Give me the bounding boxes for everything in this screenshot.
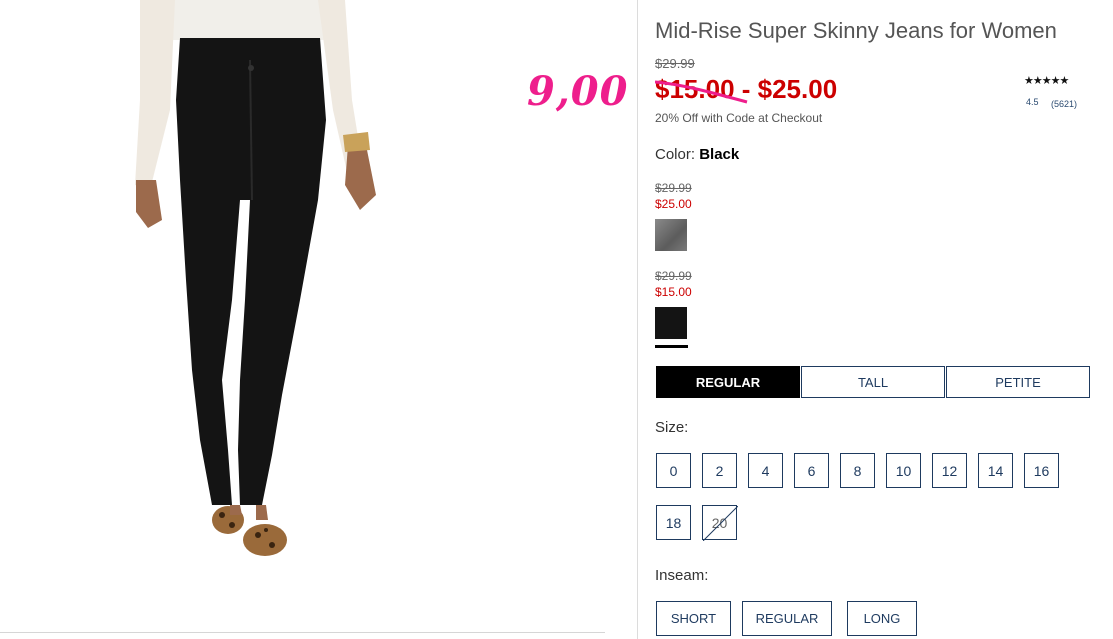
tab-petite[interactable]: PETITE	[946, 366, 1090, 398]
selected-color: Black	[699, 146, 740, 163]
black-swatch[interactable]	[655, 307, 687, 339]
strikethrough-scribble	[655, 80, 748, 104]
handwritten-price-annotation: 9,00	[527, 68, 629, 115]
size-option[interactable]: 12	[932, 453, 967, 488]
product-details-panel: Mid-Rise Super Skinny Jeans for Women $2…	[637, 0, 1113, 639]
gray-swatch[interactable]	[655, 219, 687, 251]
sale-price-range: $15.00 - $25.00	[655, 74, 837, 105]
size-option-unavailable[interactable]: 20	[702, 505, 738, 541]
size-option[interactable]: 8	[840, 453, 875, 488]
size-label: Size:	[655, 419, 689, 436]
rating-stars[interactable]: ★★★★★	[1024, 74, 1094, 87]
inseam-short-button[interactable]: SHORT	[656, 601, 731, 636]
price-high: $25.00	[757, 74, 838, 104]
size-option[interactable]: 10	[886, 453, 921, 488]
model-jeans-illustration	[135, 0, 376, 556]
inseam-label: Inseam:	[655, 567, 709, 584]
review-count-link[interactable]: (5621)	[1051, 99, 1077, 109]
swatch-sale-price: $25.00	[655, 197, 692, 211]
promo-text: 20% Off with Code at Checkout	[655, 111, 823, 125]
rating-score: 4.5	[1026, 97, 1039, 107]
selected-swatch-indicator	[655, 345, 688, 348]
unavailable-slash-icon	[703, 506, 738, 541]
size-option[interactable]: 2	[702, 453, 737, 488]
fit-tabs: REGULAR TALL PETITE	[656, 366, 1091, 398]
divider	[0, 632, 605, 633]
size-option[interactable]: 6	[794, 453, 829, 488]
tab-regular[interactable]: REGULAR	[656, 366, 800, 398]
size-option[interactable]: 16	[1024, 453, 1059, 488]
swatch-sale-price: $15.00	[655, 285, 692, 299]
size-option[interactable]: 18	[656, 505, 691, 540]
tab-tall[interactable]: TALL	[801, 366, 945, 398]
swatch-original-price: $29.99	[655, 181, 692, 195]
color-label: Color: Black	[655, 146, 739, 163]
size-option[interactable]: 0	[656, 453, 691, 488]
swatch-original-price: $29.99	[655, 269, 692, 283]
size-option[interactable]: 14	[978, 453, 1013, 488]
price-low-wrapper: $15.00	[655, 74, 748, 105]
size-option[interactable]: 4	[748, 453, 783, 488]
inseam-long-button[interactable]: LONG	[847, 601, 917, 636]
product-image	[0, 0, 433, 578]
original-price: $29.99	[655, 56, 695, 71]
product-title: Mid-Rise Super Skinny Jeans for Women	[655, 18, 1057, 43]
color-label-text: Color:	[655, 146, 696, 163]
inseam-regular-button[interactable]: REGULAR	[742, 601, 832, 636]
